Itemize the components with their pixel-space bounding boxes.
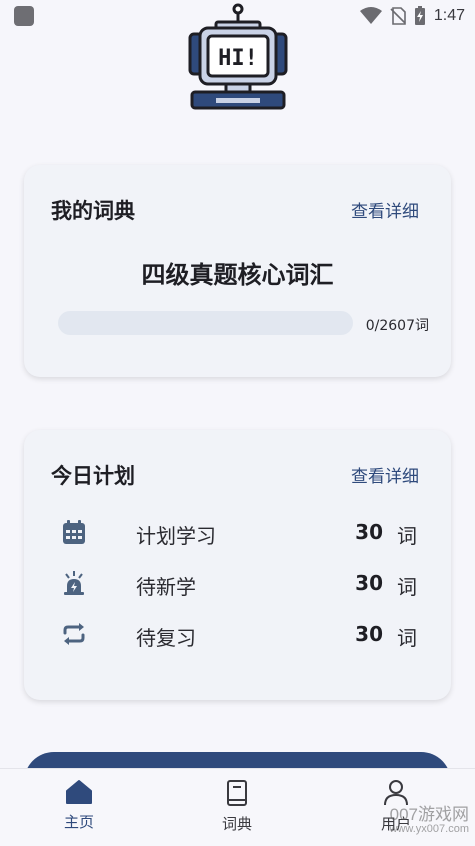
plan-row-study: 计划学习 30 词 [24, 512, 451, 552]
nav-item-home[interactable]: 主页 [39, 779, 119, 832]
plan-row-unit: 词 [397, 524, 417, 548]
status-time: 1:47 [433, 7, 465, 24]
card-title: 今日计划 [51, 464, 135, 488]
plan-row-label: 待新学 [136, 575, 196, 599]
plan-row-count: 30 [355, 520, 383, 544]
alarm-icon [64, 571, 84, 595]
book-icon [227, 780, 247, 806]
repeat-icon [63, 623, 85, 645]
plan-details-link[interactable]: 查看详细 [351, 462, 419, 487]
plan-row-count: 30 [355, 622, 383, 646]
plan-row-count: 30 [355, 571, 383, 595]
battery-charging-icon [414, 6, 425, 25]
plan-row-unit: 词 [397, 575, 417, 599]
progress-bar [58, 311, 353, 335]
progress-label: 0/2607词 [365, 318, 429, 334]
plan-row-review: 待复习 30 词 [24, 614, 451, 654]
plan-row-new: 待新学 30 词 [24, 563, 451, 603]
wifi-icon [359, 7, 382, 24]
dictionary-details-link[interactable]: 查看详细 [351, 197, 419, 222]
plan-row-label: 待复习 [136, 626, 196, 650]
no-sim-icon [390, 7, 406, 25]
plan-row-label: 计划学习 [136, 524, 216, 548]
card-title: 我的词典 [51, 199, 135, 223]
robot-logo-text: HI! [218, 46, 258, 71]
nav-item-label: 主页 [63, 813, 94, 831]
status-icons: 1:47 [359, 5, 465, 27]
today-plan-card: 今日计划 查看详细 计划学习 30 词 待新学 30 词 待复习 30 词 [24, 430, 451, 700]
app-icon [14, 6, 34, 26]
dictionary-name: 四级真题核心词汇 [141, 261, 334, 289]
nav-item-dictionary[interactable]: 词典 [197, 779, 277, 834]
watermark: 007游戏网 www.yx007.com [390, 800, 469, 835]
robot-icon: HI! [188, 3, 288, 110]
calendar-icon [63, 520, 85, 544]
home-icon [66, 780, 92, 804]
nav-item-label: 词典 [221, 815, 252, 833]
my-dictionary-card: 我的词典 查看详细 四级真题核心词汇 0/2607词 [24, 165, 451, 377]
plan-row-unit: 词 [397, 626, 417, 650]
watermark-sub: www.yx007.com [389, 823, 469, 835]
watermark-main: 007游戏网 [389, 805, 469, 824]
